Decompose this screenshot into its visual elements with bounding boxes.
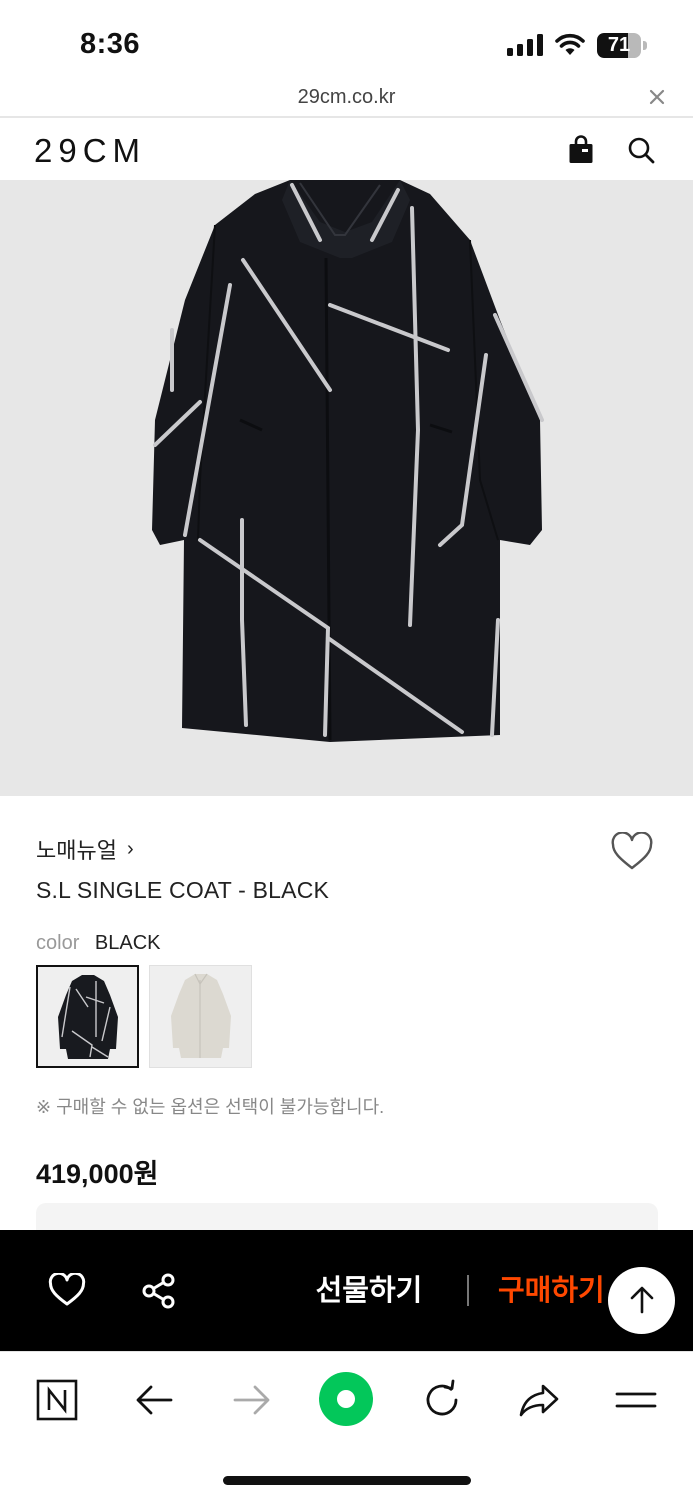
menu-icon[interactable]	[612, 1376, 660, 1424]
product-image[interactable]	[0, 180, 693, 796]
scroll-to-top-button[interactable]	[608, 1267, 675, 1334]
arrow-up-icon	[630, 1286, 654, 1314]
chevron-right-icon: ›	[126, 837, 134, 860]
brand-link[interactable]: 노매뉴얼 ›	[36, 834, 134, 864]
site-logo[interactable]: 29CM	[34, 132, 146, 170]
brand-name: 노매뉴얼	[36, 838, 117, 863]
black-coat-thumbnail	[58, 975, 118, 1059]
option-notice: ※ 구매할 수 없는 옵션은 선택이 불가능합니다.	[36, 1097, 385, 1117]
site-header: 29CM	[0, 120, 693, 180]
status-bar: 8:36 71	[0, 0, 693, 84]
wifi-icon	[555, 33, 585, 55]
buy-button[interactable]: 구매하기	[498, 1270, 618, 1310]
coat-illustration	[152, 180, 544, 742]
back-arrow-icon[interactable]	[131, 1376, 179, 1424]
color-swatch-ivory[interactable]	[149, 965, 252, 1068]
color-selected: color BLACK	[36, 932, 161, 955]
gift-button[interactable]: 선물하기	[300, 1270, 438, 1310]
color-label: color	[36, 932, 80, 954]
share-arrow-icon[interactable]	[515, 1376, 563, 1424]
url-text[interactable]: 29cm.co.kr	[0, 86, 693, 109]
shopping-bag-icon[interactable]	[566, 135, 596, 165]
close-icon[interactable]	[648, 88, 666, 106]
home-indicator	[223, 1476, 471, 1485]
color-value: BLACK	[94, 932, 161, 954]
heart-icon[interactable]	[610, 832, 654, 872]
heart-icon[interactable]	[48, 1273, 86, 1307]
battery-indicator: 71	[597, 33, 647, 58]
divider	[467, 1275, 469, 1306]
url-bar[interactable]: 29cm.co.kr	[0, 84, 693, 118]
ivory-coat-thumbnail	[171, 973, 231, 1058]
purchase-bar: 선물하기 구매하기	[0, 1230, 693, 1351]
status-time: 8:36	[80, 28, 141, 60]
color-swatch-black[interactable]	[36, 965, 139, 1068]
reload-icon[interactable]	[418, 1376, 466, 1424]
battery-percent: 71	[607, 34, 631, 56]
naver-n-icon[interactable]	[33, 1376, 81, 1424]
cellular-signal-icon	[507, 34, 543, 56]
search-icon[interactable]	[626, 135, 656, 165]
forward-arrow-icon[interactable]	[227, 1376, 275, 1424]
product-price: 419,000원	[36, 1159, 159, 1189]
product-name: S.L SINGLE COAT - BLACK	[36, 877, 330, 903]
naver-green-circle-icon[interactable]	[317, 1370, 375, 1428]
share-icon[interactable]	[140, 1272, 178, 1310]
